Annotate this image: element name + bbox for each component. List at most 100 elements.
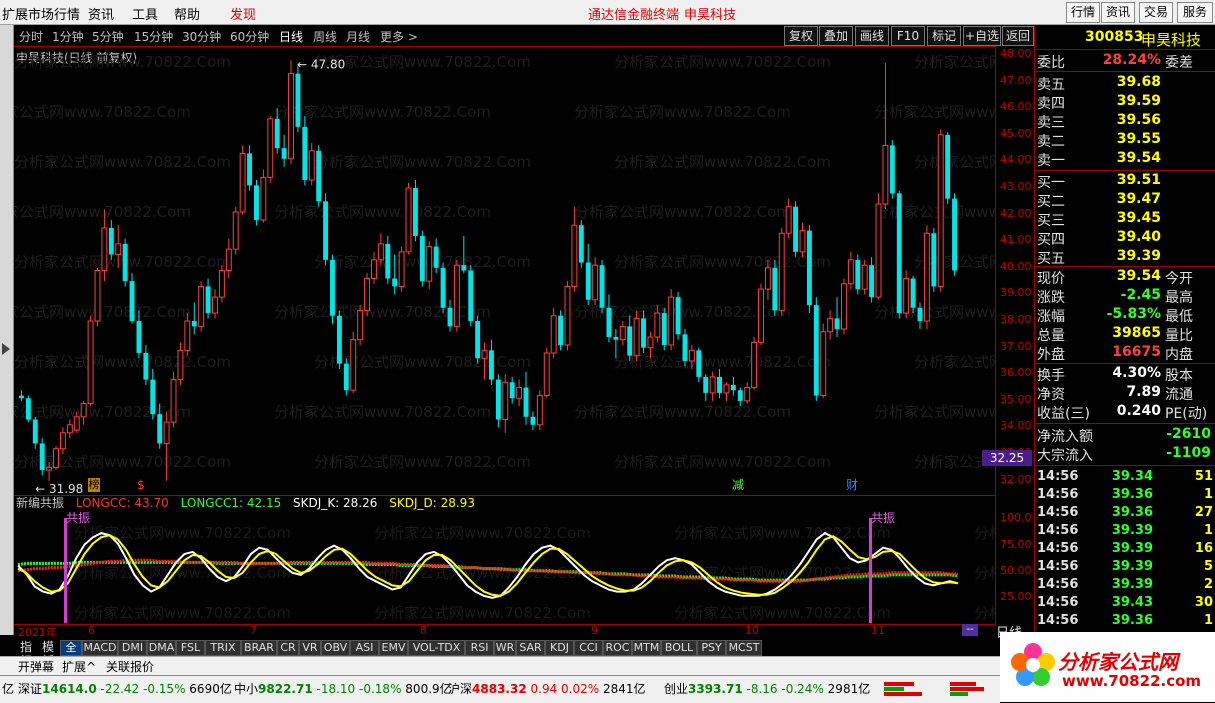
- menu-help[interactable]: 帮助: [174, 4, 200, 23]
- indicator-tab[interactable]: FSL: [176, 640, 205, 656]
- menu-tools[interactable]: 工具: [132, 4, 158, 23]
- indicator-tab[interactable]: VR: [299, 640, 321, 656]
- left-sidebar[interactable]: [0, 25, 14, 635]
- indicator-tab[interactable]: 模板: [38, 640, 58, 668]
- indicator-tab[interactable]: VOL-TDX: [408, 640, 465, 656]
- tick-row[interactable]: 14:56 39.39 16: [1037, 541, 1215, 559]
- period-15min[interactable]: 15分钟: [134, 28, 173, 45]
- date-axis: 2021年 6 7 8 9 10 11: [14, 624, 995, 639]
- indicator-tab[interactable]: DMA: [147, 640, 176, 656]
- watermark-text: 分析家公式网www.70822.Com: [274, 203, 491, 221]
- indicator-tab[interactable]: MACD: [82, 640, 118, 656]
- period-weekly[interactable]: 周线: [313, 28, 337, 45]
- indicator-tab[interactable]: RSI: [465, 640, 494, 656]
- fuquan-button[interactable]: 复权: [784, 26, 818, 46]
- menu-news[interactable]: 资讯: [88, 4, 114, 23]
- period-monthly[interactable]: 月线: [346, 28, 370, 45]
- period-more[interactable]: 更多 >: [380, 28, 418, 45]
- tick-row[interactable]: 14:56 39.36 1: [1037, 487, 1215, 505]
- watermark-text: 分析家公式网www.70822.Com: [314, 453, 531, 471]
- candle: [198, 281, 205, 332]
- tick-row[interactable]: 14:56 39.39 2: [1037, 577, 1215, 595]
- marker-dollar[interactable]: $: [136, 478, 146, 492]
- news-button[interactable]: 资讯: [1101, 2, 1135, 23]
- tick-row[interactable]: 14:56 39.34 51: [1037, 469, 1215, 487]
- tick-row[interactable]: 14:56 39.39 1: [1037, 523, 1215, 541]
- tick-volume: 30: [1194, 595, 1213, 610]
- candle: [558, 310, 564, 351]
- period-1min[interactable]: 1分钟: [52, 28, 84, 45]
- candle: [232, 206, 239, 255]
- back-button[interactable]: 返回: [1002, 26, 1034, 46]
- period-5min[interactable]: 5分钟: [92, 28, 124, 45]
- candle: [952, 193, 957, 276]
- trade-button[interactable]: 交易: [1139, 2, 1173, 23]
- status-shenzhen[interactable]: 深证14614.0 -22.42 -0.15% 6690亿: [18, 680, 232, 697]
- order-ratio-label: 委比: [1037, 55, 1065, 71]
- indicator-tab[interactable]: WR: [494, 640, 516, 656]
- kline-chart[interactable]: 分析家公式网www.70822.Com 分析家公式网www.70822.Com 分析…: [14, 47, 995, 494]
- indicator-tab[interactable]: OBV: [321, 640, 350, 656]
- f10-button[interactable]: F10: [891, 26, 925, 46]
- indicator-tab[interactable]: TRIX: [205, 640, 241, 656]
- candle: [405, 182, 412, 255]
- period-30min[interactable]: 30分钟: [182, 28, 221, 45]
- indicator-tab[interactable]: PSY: [697, 640, 726, 656]
- indicator-tab[interactable]: BOLL: [661, 640, 697, 656]
- related-quote-button[interactable]: 关联报价: [106, 658, 154, 675]
- indicator-tab[interactable]: KDJ: [545, 640, 574, 656]
- add-watchlist-button[interactable]: +自选: [963, 26, 1001, 46]
- watermark-text: 分析家公式网www.70822.Com: [874, 103, 995, 121]
- tick-row[interactable]: 14:56 39.36 1: [1037, 613, 1215, 631]
- indicator-tab[interactable]: MTM: [632, 640, 661, 656]
- marker-bang[interactable]: 榜: [88, 478, 100, 492]
- menu-discover[interactable]: 发现: [230, 4, 256, 23]
- indicator-tab[interactable]: DMI: [118, 640, 147, 656]
- indicator-chart[interactable]: 分析家公式网www.70822.Com 分析家公式网www.70822.Com 分析…: [14, 508, 995, 623]
- candle: [412, 180, 418, 242]
- indicator-tab[interactable]: ASI: [350, 640, 379, 656]
- status-amount: 2981亿: [827, 682, 871, 696]
- mark-button[interactable]: 标记: [927, 26, 961, 46]
- candle: [758, 283, 764, 345]
- status-chuangye[interactable]: 创业3393.71 -8.16 -0.24% 2981亿: [664, 680, 870, 697]
- collapse-button[interactable]: --: [962, 624, 978, 636]
- candle: [398, 246, 405, 292]
- candle: [696, 347, 702, 383]
- indicator-tab[interactable]: MCST: [726, 640, 762, 656]
- tick-row[interactable]: 14:56 39.36 27: [1037, 505, 1215, 523]
- indicator-tab[interactable]: BRAR: [241, 640, 277, 656]
- indicator-tab[interactable]: EMV: [379, 640, 408, 656]
- quote-value: 7.89: [1126, 384, 1161, 400]
- tick-row[interactable]: 14:56 39.43 30: [1037, 595, 1215, 613]
- tick-price: 39.39: [1111, 559, 1153, 574]
- watermark-text: 分析家公式网www.70822.Com: [274, 103, 491, 121]
- indicator-tab[interactable]: CR: [277, 640, 299, 656]
- danmu-button[interactable]: 开弹幕: [18, 658, 54, 675]
- resonance-label: 共振: [66, 511, 90, 525]
- period-daily[interactable]: 日线: [279, 28, 303, 45]
- status-zhongxiao[interactable]: 中小9822.71 -18.10 -0.18% 800.9亿: [234, 680, 452, 697]
- indicator-tab[interactable]: SAR: [516, 640, 545, 656]
- status-husheng[interactable]: 沪深4883.32 0.94 0.02% 2841亿: [448, 680, 646, 697]
- indicator-tab[interactable]: 指标: [16, 640, 36, 668]
- indicator-tab[interactable]: ROC: [603, 640, 632, 656]
- candle: [751, 337, 758, 391]
- indicator-tick-label: 100.0: [1000, 511, 1032, 525]
- quote-value: 39.55: [1116, 131, 1161, 147]
- draw-line-button[interactable]: 画线: [855, 26, 889, 46]
- period-60min[interactable]: 60分钟: [230, 28, 269, 45]
- service-button[interactable]: 服务: [1177, 2, 1213, 23]
- candle: [847, 251, 854, 290]
- period-fenshi[interactable]: 分时: [19, 28, 43, 45]
- expand-button[interactable]: 扩展^: [62, 658, 96, 675]
- tick-row[interactable]: 14:56 39.39 5: [1037, 559, 1215, 577]
- market-button[interactable]: 行情: [1066, 2, 1100, 23]
- indicator-tab[interactable]: 全部: [60, 640, 82, 668]
- expand-arrow-icon[interactable]: [2, 343, 10, 355]
- menu-market[interactable]: 扩展市场行情: [2, 4, 80, 23]
- overlay-button[interactable]: 叠加: [819, 26, 853, 46]
- marker-jian[interactable]: 减: [731, 478, 745, 492]
- indicator-tab[interactable]: CCI: [574, 640, 603, 656]
- marker-cai[interactable]: 财: [845, 478, 859, 492]
